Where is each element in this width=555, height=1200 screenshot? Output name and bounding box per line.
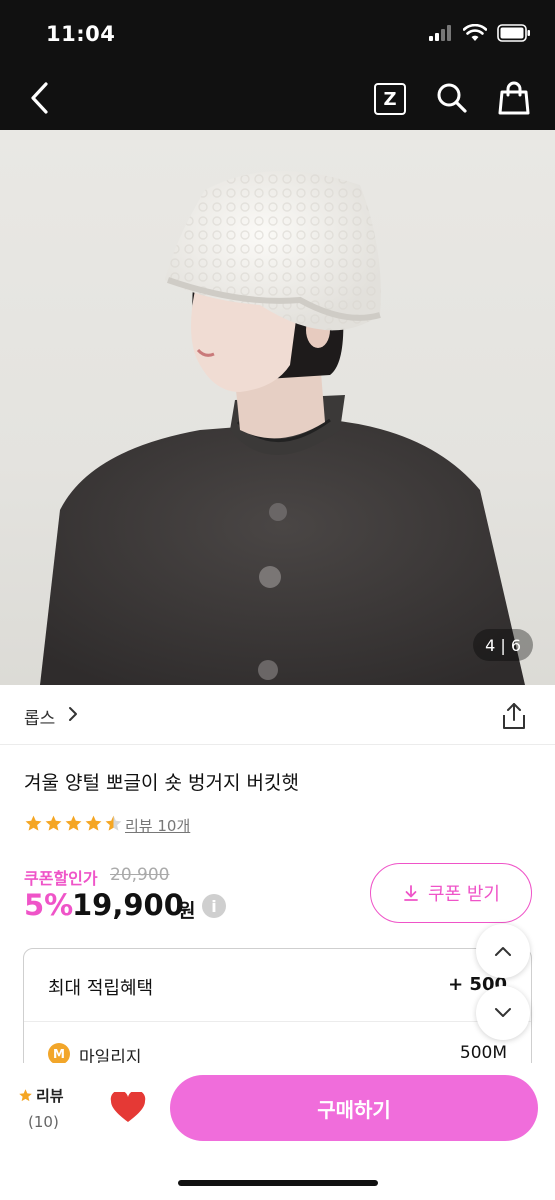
chevron-right-icon [69, 707, 77, 721]
get-coupon-button[interactable]: 쿠폰 받기 [370, 863, 532, 923]
mileage-coin-icon: M [48, 1043, 70, 1065]
search-icon[interactable] [436, 82, 468, 114]
coupon-price-label: 쿠폰할인가 [24, 869, 98, 888]
product-photo-illustration [40, 171, 525, 685]
rating-stars [24, 814, 123, 833]
discount-rate: 5% [24, 888, 74, 922]
shopping-bag-icon[interactable] [498, 80, 530, 116]
star-full-icon [65, 815, 82, 831]
star-full-icon [45, 815, 62, 831]
max-benefit-label: 최대 적립혜택 [48, 978, 154, 999]
battery-icon [497, 24, 530, 42]
status-icons [429, 24, 531, 42]
benefit-divider [24, 1021, 531, 1022]
top-bar: 11:04 Z [0, 0, 555, 130]
chevron-down-icon [495, 1008, 511, 1017]
status-time: 11:04 [46, 22, 116, 46]
bottom-review-button[interactable]: 리뷰 [18, 1085, 64, 1106]
star-half-icon [105, 815, 122, 831]
buy-button[interactable]: 구매하기 [170, 1075, 538, 1141]
price-info-icon[interactable]: i [202, 894, 226, 918]
star-full-icon [85, 815, 102, 831]
brand-name[interactable]: 롭스 [24, 704, 55, 729]
scroll-up-button[interactable] [476, 924, 530, 978]
benefit-box: 최대 적립혜택 + 500 M 마일리지 500M [23, 948, 532, 1078]
review-count-link[interactable]: 리뷰 10개 [125, 815, 190, 836]
bottom-review-count: (10) [28, 1113, 59, 1131]
image-page-indicator: 4 | 6 [473, 629, 533, 661]
heart-icon[interactable] [110, 1092, 146, 1124]
share-icon[interactable] [501, 701, 527, 731]
star-full-icon [25, 815, 42, 831]
product-image[interactable]: 4 | 6 [0, 130, 555, 685]
home-indicator[interactable] [178, 1180, 378, 1186]
star-icon [19, 1089, 32, 1102]
bottom-review-label: 리뷰 [36, 1087, 64, 1105]
chevron-up-icon [495, 947, 511, 956]
signal-icon [429, 25, 451, 41]
download-icon [404, 885, 418, 901]
original-price: 20,900 [110, 865, 170, 885]
get-coupon-label: 쿠폰 받기 [428, 884, 500, 905]
current-price: 19,900 [72, 888, 184, 922]
wifi-icon [463, 24, 487, 41]
scroll-down-button[interactable] [476, 986, 530, 1040]
zigzag-logo-button[interactable]: Z [374, 83, 406, 115]
brand-row[interactable]: 롭스 [0, 685, 555, 745]
currency-label: 원 [178, 900, 196, 922]
mileage-value: 500M [459, 1043, 507, 1063]
back-arrow-icon[interactable] [22, 78, 58, 118]
product-title: 겨울 양털 뽀글이 숏 벙거지 버킷햇 [24, 772, 299, 794]
